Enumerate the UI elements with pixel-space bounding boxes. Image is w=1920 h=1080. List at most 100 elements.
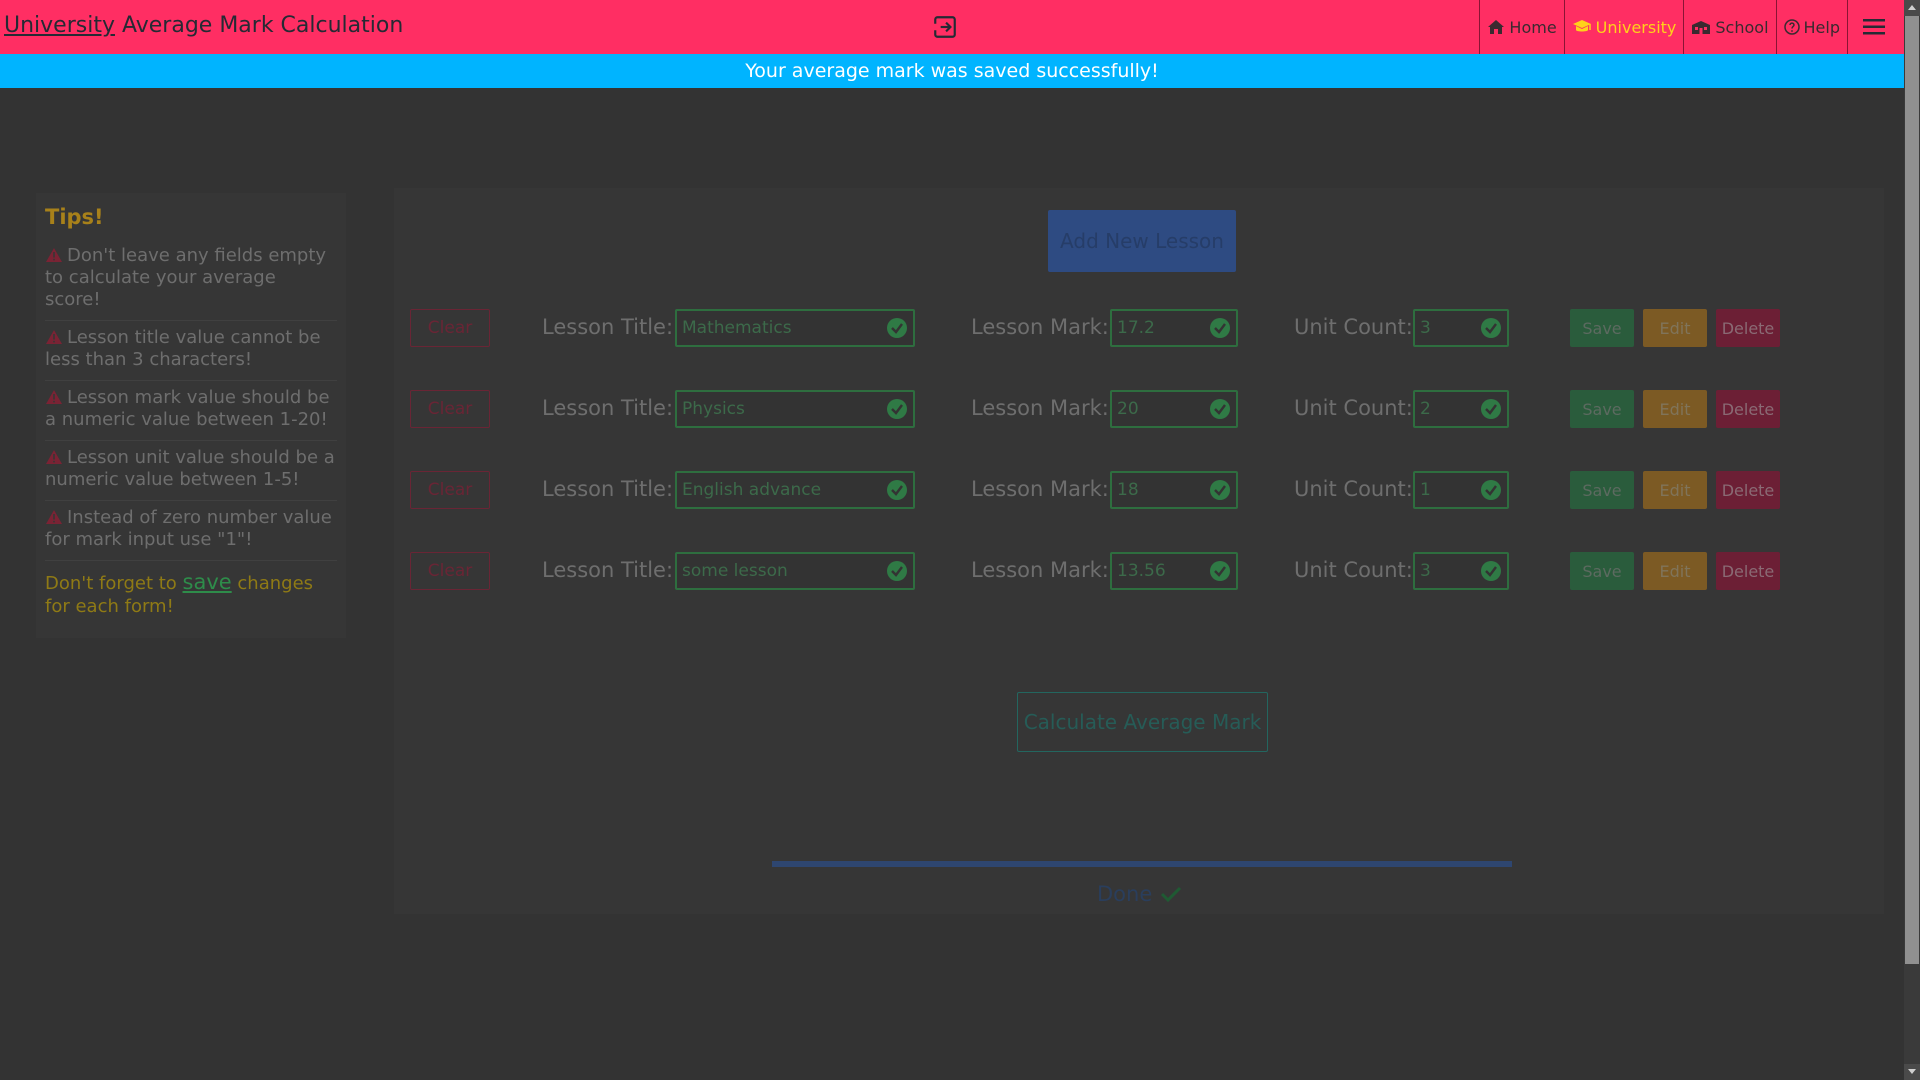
menu-button[interactable] — [1847, 0, 1904, 54]
add-lesson-button[interactable]: Add New Lesson — [1048, 210, 1236, 272]
school-icon — [1692, 21, 1711, 34]
lesson-title-value: Mathematics — [682, 318, 792, 338]
save-button[interactable]: Save — [1570, 471, 1634, 509]
delete-button[interactable]: Delete — [1716, 471, 1780, 509]
progress-bar — [772, 861, 1512, 867]
vertical-scrollbar[interactable] — [1904, 0, 1920, 1080]
save-button[interactable]: Save — [1570, 309, 1634, 347]
calculate-average-button[interactable]: Calculate Average Mark — [1017, 692, 1268, 752]
lessons-panel — [394, 188, 1884, 914]
lesson-row: Clear Lesson Title: some lesson Lesson M… — [0, 552, 1920, 590]
unit-count-input[interactable]: 2 — [1413, 390, 1509, 428]
checkmark-icon — [1161, 886, 1182, 903]
clear-button[interactable]: Clear — [410, 390, 490, 428]
clear-button[interactable]: Clear — [410, 552, 490, 590]
page-title: University Average Mark Calculation — [4, 13, 403, 38]
tip-text: Don't leave any fields empty to calculat… — [45, 245, 327, 310]
lesson-mark-label: Lesson Mark: — [971, 396, 1109, 420]
scroll-down-button[interactable] — [1904, 1064, 1920, 1080]
clear-button[interactable]: Clear — [410, 309, 490, 347]
warning-icon — [46, 510, 62, 524]
edit-button[interactable]: Edit — [1643, 309, 1707, 347]
unit-count-value: 1 — [1420, 480, 1431, 500]
lesson-title-input[interactable]: some lesson — [675, 552, 915, 590]
lesson-mark-value: 17.2 — [1117, 318, 1155, 338]
nav-school[interactable]: School — [1683, 0, 1775, 54]
valid-check-icon — [1481, 318, 1501, 338]
lesson-mark-input[interactable]: 18 — [1110, 471, 1238, 509]
lesson-mark-input[interactable]: 13.56 — [1110, 552, 1238, 590]
lesson-title-input[interactable]: English advance — [675, 471, 915, 509]
tip-text: Instead of zero number value for mark in… — [45, 507, 332, 550]
valid-check-icon — [887, 399, 907, 419]
unit-count-value: 3 — [1420, 561, 1431, 581]
lesson-row: Clear Lesson Title: Physics Lesson Mark:… — [0, 390, 1920, 428]
university-title-link[interactable]: University — [4, 13, 115, 38]
nav-help-label: Help — [1803, 17, 1840, 37]
lesson-mark-value: 18 — [1117, 480, 1139, 500]
lesson-mark-label: Lesson Mark: — [971, 315, 1109, 339]
lesson-row: Clear Lesson Title: Mathematics Lesson M… — [0, 309, 1920, 347]
lesson-title-label: Lesson Title: — [542, 558, 674, 582]
title-text: Average Mark Calculation — [114, 13, 404, 38]
nav-home[interactable]: Home — [1479, 0, 1563, 54]
unit-count-label: Unit Count: — [1294, 396, 1413, 420]
save-button[interactable]: Save — [1570, 552, 1634, 590]
scroll-thumb[interactable] — [1905, 16, 1919, 964]
unit-count-label: Unit Count: — [1294, 315, 1413, 339]
warning-icon — [46, 450, 62, 464]
nav-home-label: Home — [1509, 17, 1557, 37]
valid-check-icon — [1481, 480, 1501, 500]
main-nav: Home University School Help — [1479, 0, 1904, 54]
edit-button[interactable]: Edit — [1643, 390, 1707, 428]
unit-count-value: 2 — [1420, 399, 1431, 419]
hamburger-menu-icon — [1863, 19, 1885, 35]
lesson-title-input[interactable]: Mathematics — [675, 309, 915, 347]
valid-check-icon — [1210, 399, 1230, 419]
success-alert: Your average mark was saved successfully… — [0, 54, 1904, 88]
lesson-title-value: some lesson — [682, 561, 788, 581]
lesson-title-value: Physics — [682, 399, 745, 419]
arrow-down-icon — [1908, 1069, 1916, 1074]
lesson-mark-label: Lesson Mark: — [971, 558, 1109, 582]
unit-count-label: Unit Count: — [1294, 477, 1413, 501]
valid-check-icon — [887, 480, 907, 500]
valid-check-icon — [1210, 318, 1230, 338]
lesson-row: Clear Lesson Title: English advance Less… — [0, 471, 1920, 509]
delete-button[interactable]: Delete — [1716, 552, 1780, 590]
lesson-mark-value: 13.56 — [1117, 561, 1166, 581]
tips-title: Tips! — [45, 205, 104, 229]
lesson-title-value: English advance — [682, 480, 822, 500]
unit-count-input[interactable]: 3 — [1413, 552, 1509, 590]
unit-count-label: Unit Count: — [1294, 558, 1413, 582]
done-label: Done — [1097, 882, 1153, 906]
lesson-mark-label: Lesson Mark: — [971, 477, 1109, 501]
edit-button[interactable]: Edit — [1643, 552, 1707, 590]
edit-button[interactable]: Edit — [1643, 471, 1707, 509]
lesson-title-input[interactable]: Physics — [675, 390, 915, 428]
delete-button[interactable]: Delete — [1716, 309, 1780, 347]
valid-check-icon — [1210, 561, 1230, 581]
top-navbar: University Average Mark Calculation Home… — [0, 0, 1904, 54]
valid-check-icon — [1481, 561, 1501, 581]
sign-in-icon[interactable] — [932, 14, 958, 40]
unit-count-input[interactable]: 1 — [1413, 471, 1509, 509]
nav-school-label: School — [1715, 17, 1769, 37]
arrow-up-icon — [1908, 5, 1916, 10]
lesson-mark-input[interactable]: 17.2 — [1110, 309, 1238, 347]
lesson-title-label: Lesson Title: — [542, 396, 674, 420]
valid-check-icon — [887, 318, 907, 338]
scroll-up-button[interactable] — [1904, 0, 1920, 16]
lesson-mark-value: 20 — [1117, 399, 1139, 419]
unit-count-input[interactable]: 3 — [1413, 309, 1509, 347]
valid-check-icon — [887, 561, 907, 581]
delete-button[interactable]: Delete — [1716, 390, 1780, 428]
nav-help[interactable]: Help — [1775, 0, 1847, 54]
lesson-title-label: Lesson Title: — [542, 477, 674, 501]
lesson-mark-input[interactable]: 20 — [1110, 390, 1238, 428]
question-circle-icon — [1783, 19, 1800, 35]
nav-university[interactable]: University — [1563, 0, 1684, 54]
unit-count-value: 3 — [1420, 318, 1431, 338]
save-button[interactable]: Save — [1570, 390, 1634, 428]
clear-button[interactable]: Clear — [410, 471, 490, 509]
